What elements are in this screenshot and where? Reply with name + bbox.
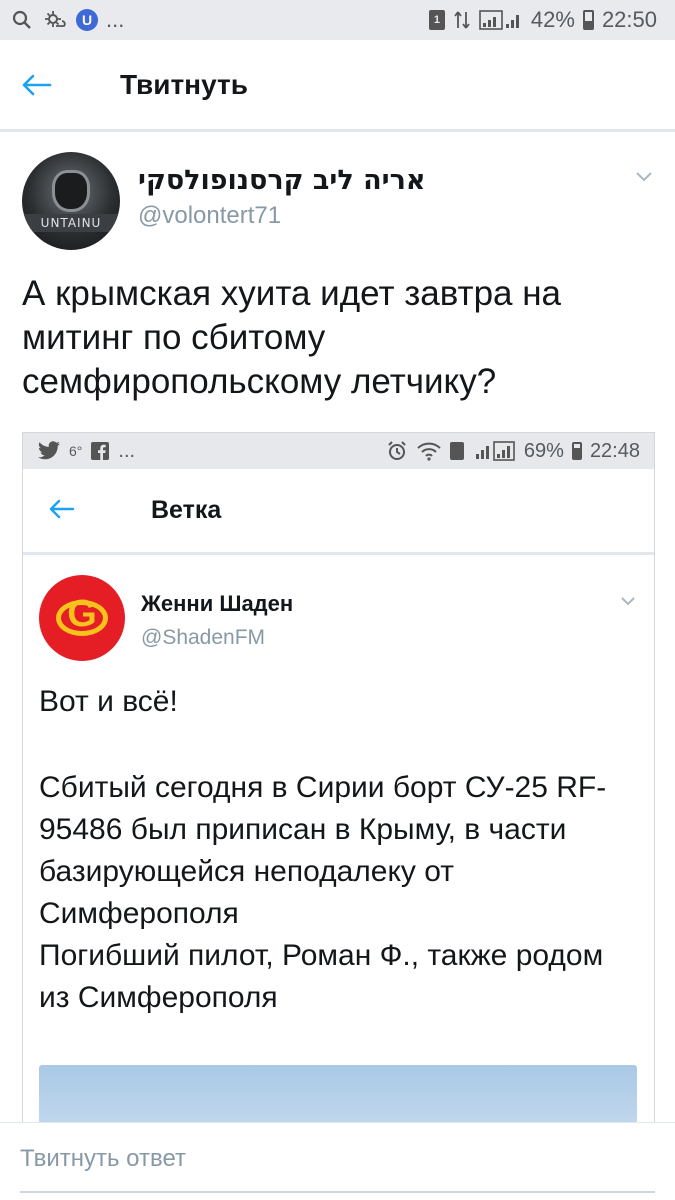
embedded-status-left: 6° ... xyxy=(37,440,135,463)
embedded-notification-count: 6° xyxy=(69,443,83,459)
status-bar: U ... 1 42% 22:50 xyxy=(0,0,675,40)
weather-icon xyxy=(42,8,68,32)
author-name[interactable]: אריה ליב קרסנופולסקי xyxy=(138,165,426,196)
embedded-tweet-text: Вот и всё! Сбитый сегодня в Сирии борт С… xyxy=(39,681,639,1019)
signal-icon xyxy=(479,8,523,32)
chevron-down-icon xyxy=(621,597,635,606)
status-bar-right: 1 42% 22:50 xyxy=(428,7,657,33)
embedded-text-line: Сбитый сегодня в Сирии борт СУ-25 RF-954… xyxy=(39,771,607,930)
facebook-icon xyxy=(91,442,110,460)
embedded-author-name: Женни Шаден xyxy=(141,591,294,616)
avatar-band-text: UNTAINU xyxy=(22,214,120,232)
gas-mask-icon xyxy=(52,170,90,212)
arrow-left-icon xyxy=(22,74,52,95)
avatar[interactable]: UNTAINU xyxy=(22,152,120,250)
author-handle[interactable]: @volontert71 xyxy=(138,202,281,230)
embedded-text-line: Вот и всё! xyxy=(39,685,178,718)
embedded-author-handle: @ShadenFM xyxy=(141,626,266,649)
battery-icon xyxy=(582,10,594,30)
embedded-status-bar: 6° ... 69% 22:48 xyxy=(23,433,654,469)
chevron-down-icon[interactable] xyxy=(635,168,653,186)
g-logo-icon: G xyxy=(67,593,97,635)
twitter-bird-icon xyxy=(38,441,60,460)
embedded-status-right: 69% 22:48 xyxy=(386,440,640,463)
wifi-icon xyxy=(417,442,441,461)
app-header: Твитнуть xyxy=(0,40,675,132)
alarm-icon xyxy=(388,441,406,460)
status-time: 22:50 xyxy=(601,7,657,32)
tweet-image[interactable]: 6° ... 69% 22:48 Ветка G Женни Шаден @Sh… xyxy=(22,432,655,1132)
reply-bar: Твитнуть ответ xyxy=(0,1122,675,1200)
embedded-text-line: Погибший пилот, Роман Ф., также родом из… xyxy=(39,939,604,1014)
back-button[interactable] xyxy=(20,73,80,97)
embedded-avatar: G xyxy=(39,575,125,661)
reply-input-underline xyxy=(20,1191,655,1193)
embedded-sim-icon xyxy=(449,442,464,460)
embedded-status-more: ... xyxy=(118,439,136,462)
reply-input[interactable]: Твитнуть ответ xyxy=(20,1145,186,1173)
app-notification-icon: U xyxy=(76,9,98,31)
battery-percent: 42% xyxy=(530,7,575,32)
arrow-left-icon xyxy=(49,499,75,518)
embedded-battery-icon xyxy=(571,442,582,460)
page-title: Твитнуть xyxy=(120,68,248,100)
embedded-back-button xyxy=(47,494,91,528)
sim-icon: 1 xyxy=(428,10,445,30)
status-bar-left: U ... xyxy=(10,7,124,33)
embedded-header: Ветка xyxy=(23,469,654,555)
embedded-status-time: 22:48 xyxy=(589,439,640,462)
tweet-text: А крымская хуита идет завтра на митинг п… xyxy=(22,274,562,401)
embedded-battery-percent: 69% xyxy=(523,439,564,462)
data-transfer-icon xyxy=(453,8,471,32)
embedded-title: Ветка xyxy=(151,496,222,524)
embedded-signal-icon xyxy=(475,441,515,461)
search-icon xyxy=(10,8,34,32)
status-more: ... xyxy=(106,7,125,32)
